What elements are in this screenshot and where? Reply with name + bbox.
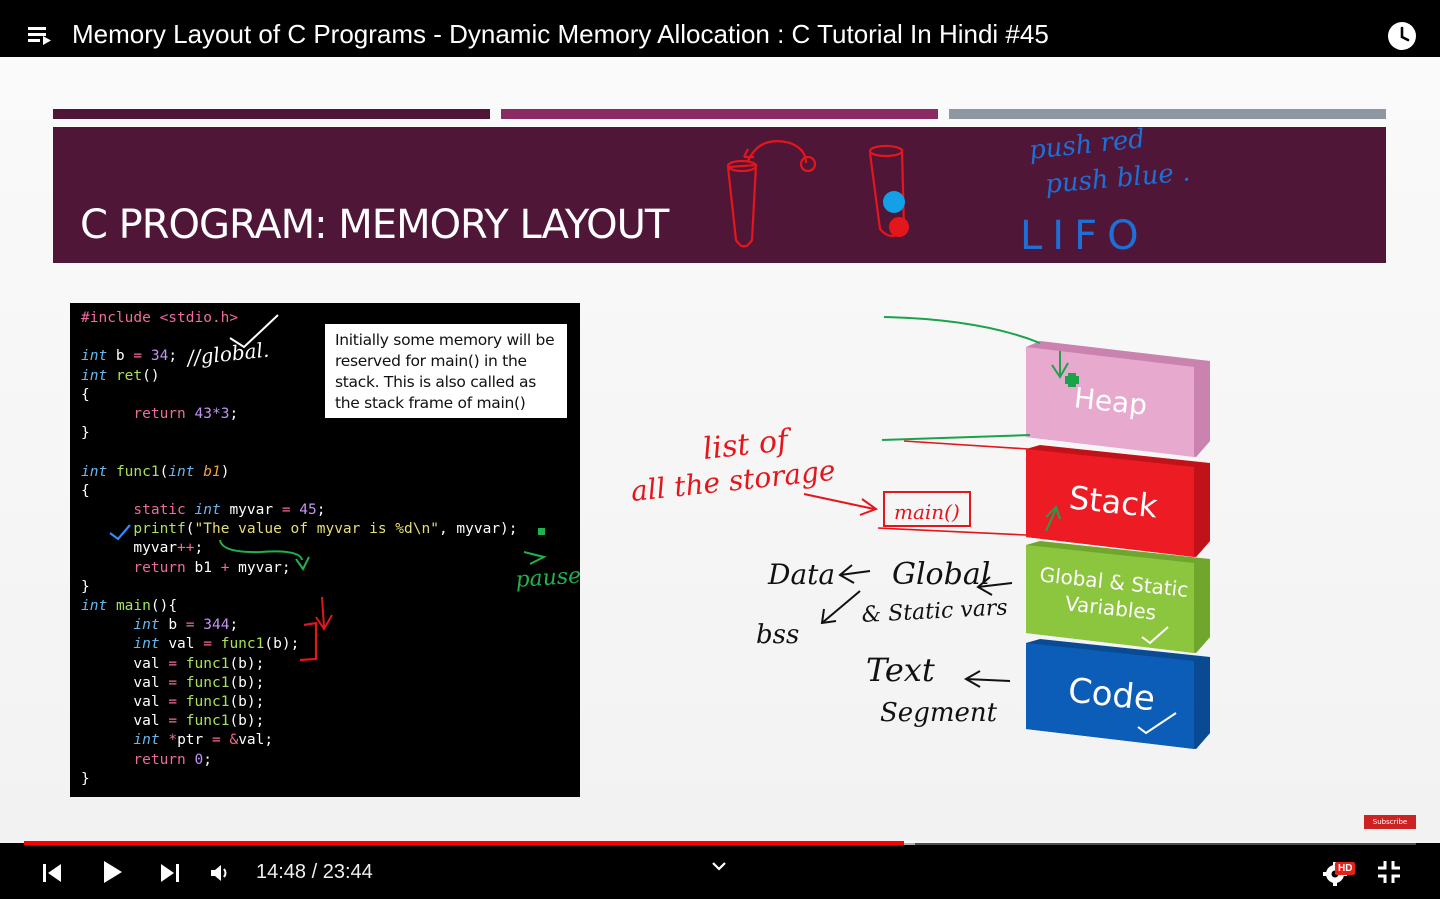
cursor-icon	[1065, 373, 1079, 387]
red-bracket	[299, 621, 318, 662]
watch-later-icon[interactable]	[1386, 20, 1418, 52]
red-arrow-down	[315, 596, 333, 631]
time-display: 14:48 / 23:44	[256, 861, 373, 883]
red-line-middle	[903, 440, 1029, 450]
red-ball-drawing	[889, 217, 909, 237]
storage-arrow	[803, 493, 879, 516]
main-box-text: main()	[894, 500, 960, 524]
green-small-arrow	[523, 551, 547, 565]
green-dot	[538, 528, 545, 535]
skip-previous-icon[interactable]	[40, 861, 64, 885]
green-arrow-stack	[1045, 505, 1061, 532]
global-block-checkmark	[1141, 626, 1169, 645]
segment-text: Segment	[880, 698, 998, 728]
push-red-text: push red	[1028, 124, 1147, 166]
skip-next-icon[interactable]	[158, 861, 182, 885]
video-title: Memory Layout of C Programs - Dynamic Me…	[72, 19, 1049, 49]
text-segment-text: Text	[866, 651, 935, 689]
green-line-top	[883, 316, 1041, 344]
text-arrow	[963, 670, 1011, 688]
play-icon[interactable]	[98, 858, 126, 886]
code-block-checkmark	[1137, 712, 1177, 735]
data-text: Data	[767, 558, 835, 591]
playlist-icon[interactable]	[26, 22, 54, 48]
chevron-down-icon[interactable]	[709, 859, 729, 873]
handwritten-annotations: push red push blue . LIFO //global. paus…	[109, 124, 1191, 735]
data-arrow	[838, 564, 871, 584]
green-line-middle	[881, 434, 1031, 441]
red-line-lower	[877, 527, 1027, 536]
volume-icon[interactable]	[208, 861, 232, 885]
player-controls: 14:48 / 23:44 HD	[0, 845, 1440, 899]
printf-checkmark	[109, 524, 131, 541]
player-top-bar: Memory Layout of C Programs - Dynamic Me…	[0, 0, 1440, 57]
pause-text: pause	[515, 563, 582, 593]
green-arrow-heap	[1051, 351, 1069, 379]
global-comment-text: //global.	[184, 338, 270, 371]
push-blue-text: push blue .	[1044, 157, 1191, 200]
red-tube-drawing	[726, 140, 817, 248]
exit-fullscreen-icon[interactable]	[1376, 859, 1402, 885]
green-arrow-curve	[219, 539, 303, 561]
hd-badge: HD	[1335, 862, 1356, 875]
bss-text: bss	[756, 620, 799, 650]
bss-arrow	[820, 590, 861, 625]
static-vars-text: & Static vars	[861, 595, 1008, 628]
video-frame[interactable]: C PROGRAM: MEMORY LAYOUT #include <stdio…	[0, 57, 1440, 843]
lifo-text: LIFO	[1020, 213, 1149, 259]
subscribe-watermark[interactable]: Subscribe	[1364, 815, 1416, 829]
global-text: Global	[892, 557, 990, 592]
blue-ball-drawing	[883, 191, 905, 213]
